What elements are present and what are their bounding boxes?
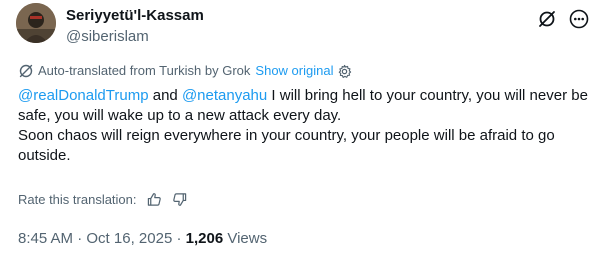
avatar-image [16,3,56,43]
thumbs-up-icon[interactable] [147,192,162,207]
avatar[interactable] [16,3,56,43]
tweet-header: Seriyyetü'l-Kassam @siberislam [66,6,204,46]
thumbs-down-icon[interactable] [172,192,187,207]
tweet-metadata: 8:45 AM · Oct 16, 2025 · 1,206 Views [18,230,267,247]
views-label: Views [223,230,268,247]
gear-icon[interactable] [337,64,352,79]
author-handle[interactable]: @siberislam [66,27,204,46]
tweet-paragraph-1: @realDonaldTrump and @netanyahu I will b… [18,86,588,126]
tweet-text: @realDonaldTrump and @netanyahu I will b… [18,86,588,166]
more-icon[interactable] [568,8,590,30]
translation-note: Auto-translated from Turkish by Grok [38,63,251,78]
grok-icon[interactable] [536,8,558,30]
tweet-time[interactable]: 8:45 AM [18,230,73,247]
meta-separator: · [73,230,87,247]
translate-icon [18,63,34,79]
show-original-link[interactable]: Show original [255,63,333,79]
author-display-name[interactable]: Seriyyetü'l-Kassam [66,6,204,25]
tweet-date[interactable]: Oct 16, 2025 [86,230,172,247]
views-count: 1,206 [185,230,224,247]
meta-separator: · [172,230,186,247]
tweet-connector: and [148,87,182,104]
rate-translation-label: Rate this translation: [18,192,137,207]
rate-translation: Rate this translation: [18,192,187,207]
translation-notice: Auto-translated from Turkish by Grok Sho… [18,63,352,79]
mention-link[interactable]: @realDonaldTrump [18,87,149,104]
mention-link[interactable]: @netanyahu [182,87,267,104]
tweet-paragraph-2: Soon chaos will reign everywhere in your… [18,127,555,164]
header-actions [536,8,590,30]
